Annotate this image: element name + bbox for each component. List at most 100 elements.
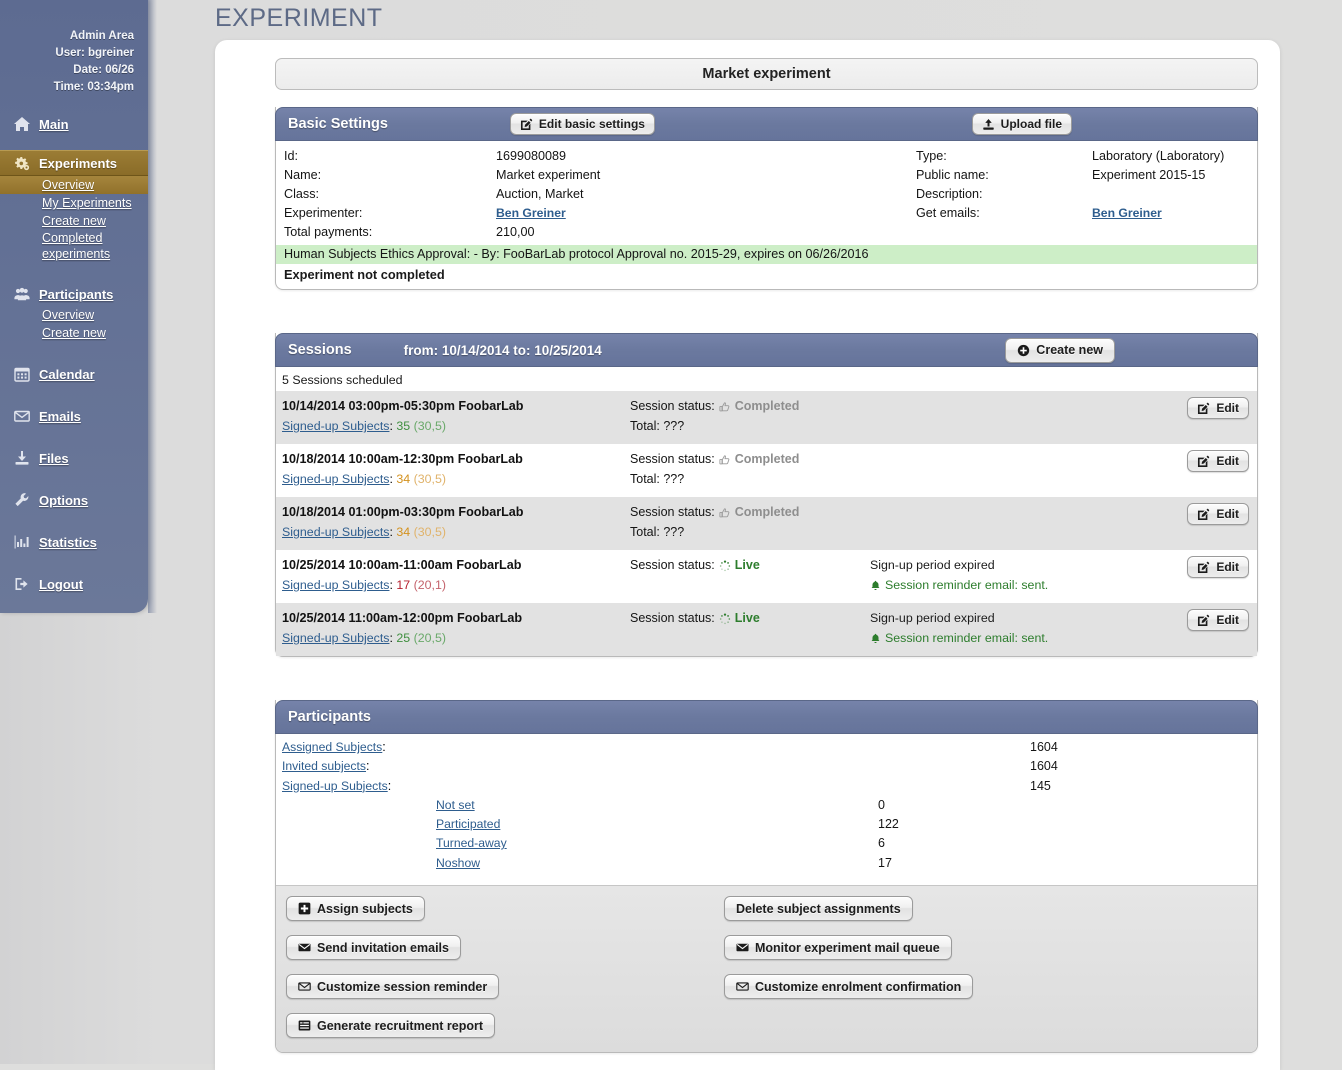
- sidebar-item-calendar[interactable]: Calendar: [0, 362, 148, 386]
- sidebar-item-options[interactable]: Options: [0, 488, 148, 512]
- participants-stat-link[interactable]: Invited subjects: [282, 759, 366, 773]
- participants-stat-value: 145: [1030, 777, 1150, 796]
- sessions-date-range: from: 10/14/2014 to: 10/25/2014: [404, 343, 602, 358]
- sidebar-nav: Main Experiments Overview My Experiments…: [0, 112, 148, 596]
- upload-file-button[interactable]: Upload file: [972, 113, 1072, 135]
- edit-session-button[interactable]: Edit: [1187, 450, 1249, 472]
- edit-basic-settings-button[interactable]: Edit basic settings: [510, 113, 655, 135]
- participants-stat-label-cell: Participated: [282, 815, 878, 834]
- session-reminder-note: Session reminder email: sent.: [870, 575, 1179, 596]
- download-icon: [14, 450, 30, 466]
- customize-session-reminder-button[interactable]: Customize session reminder: [286, 974, 499, 999]
- edit-session-button[interactable]: Edit: [1187, 609, 1249, 631]
- signed-up-subjects-link[interactable]: Signed-up Subjects: [282, 525, 389, 539]
- edit-session-label: Edit: [1216, 401, 1239, 415]
- participants-stat-link[interactable]: Noshow: [436, 856, 480, 870]
- customize-enrolment-confirmation-button[interactable]: Customize enrolment confirmation: [724, 974, 973, 999]
- sidebar-item-logout[interactable]: Logout: [0, 572, 148, 596]
- participants-stat-row: Participated 122: [276, 815, 1257, 834]
- sidebar-subitem-participants-create-new[interactable]: Create new: [0, 324, 148, 342]
- time-label: Time: 03:34pm: [0, 79, 134, 96]
- sidebar-item-participants-label: Participants: [39, 287, 113, 302]
- generate-recruitment-report-button-label: Generate recruitment report: [317, 1019, 483, 1033]
- session-status-cell: Session status: Completed Total: ???: [630, 503, 870, 543]
- get-emails-link[interactable]: Ben Greiner: [1092, 206, 1162, 220]
- edit-session-button[interactable]: Edit: [1187, 556, 1249, 578]
- sidebar-item-statistics[interactable]: Statistics: [0, 530, 148, 554]
- signed-up-subjects-link[interactable]: Signed-up Subjects: [282, 631, 389, 645]
- participants-stat-value: 17: [878, 854, 998, 873]
- sidebar-subitem-my-experiments-link[interactable]: My Experiments: [42, 196, 132, 210]
- sidebar-subitem-experiments-overview[interactable]: Overview: [0, 176, 148, 194]
- field-value-type: Laboratory (Laboratory): [1092, 147, 1253, 166]
- participants-stat-link[interactable]: Signed-up Subjects: [282, 779, 388, 793]
- experimenter-link[interactable]: Ben Greiner: [496, 206, 566, 220]
- session-actions-cell: Edit: [1179, 503, 1249, 525]
- sidebar-item-participants[interactable]: Participants: [0, 282, 148, 306]
- sessions-count-text: 5 Sessions scheduled: [276, 367, 1257, 391]
- sidebar-subitem-experiments-overview-link[interactable]: Overview: [42, 178, 94, 192]
- envelope-filled-icon: [298, 941, 311, 954]
- participants-stat-link[interactable]: Participated: [436, 817, 500, 831]
- sidebar-subitem-participants-overview[interactable]: Overview: [0, 306, 148, 324]
- assign-subjects-button[interactable]: Assign subjects: [286, 896, 425, 921]
- basic-settings-panel: Basic Settings Edit basic settings Uploa…: [275, 107, 1258, 290]
- upload-icon: [982, 118, 995, 131]
- edit-session-button[interactable]: Edit: [1187, 397, 1249, 419]
- participants-stats-list: Assigned Subjects: 1604 Invited subjects…: [276, 738, 1257, 873]
- participants-header: Participants: [275, 700, 1258, 734]
- sidebar-subitem-participants-create-new-link[interactable]: Create new: [42, 326, 106, 340]
- participants-stat-row: Turned-away 6: [276, 834, 1257, 853]
- sidebar-subitem-completed-experiments[interactable]: Completed experiments: [0, 230, 148, 262]
- sidebar-subitem-completed-experiments-link[interactable]: Completed experiments: [42, 230, 120, 262]
- customize-session-reminder-button-label: Customize session reminder: [317, 980, 487, 994]
- participants-stat-link[interactable]: Turned-away: [436, 836, 507, 850]
- session-status-line: Session status: Completed: [630, 503, 870, 522]
- sidebar-subitem-experiments-create-new[interactable]: Create new: [0, 212, 148, 230]
- sidebar-item-main[interactable]: Main: [0, 112, 148, 136]
- signed-up-subjects-link[interactable]: Signed-up Subjects: [282, 578, 389, 592]
- monitor-experiment-mail-queue-button[interactable]: Monitor experiment mail queue: [724, 935, 952, 960]
- plus-circle-icon: [1017, 344, 1030, 357]
- participants-actions-left: Assign subjects Send invitation emails C…: [276, 896, 724, 1038]
- session-status-icon: [719, 560, 731, 572]
- signed-up-count: 25: [396, 631, 410, 645]
- signed-up-subjects-link[interactable]: Signed-up Subjects: [282, 419, 389, 433]
- participants-stat-row: Assigned Subjects: 1604: [276, 738, 1257, 757]
- session-datetime: 10/25/2014 11:00am-12:00pm FoobarLab: [282, 609, 630, 628]
- sidebar-item-emails[interactable]: Emails: [0, 404, 148, 428]
- delete-subject-assignments-button[interactable]: Delete subject assignments: [724, 896, 913, 921]
- signed-up-subjects-link[interactable]: Signed-up Subjects: [282, 472, 389, 486]
- participants-stat-link[interactable]: Assigned Subjects: [282, 740, 382, 754]
- sessions-header: Sessions from: 10/14/2014 to: 10/25/2014…: [275, 333, 1258, 367]
- participants-stat-value: 122: [878, 815, 998, 834]
- sidebar-subitem-participants-overview-link[interactable]: Overview: [42, 308, 94, 322]
- sidebar-item-experiments[interactable]: Experiments: [0, 150, 148, 176]
- bar-chart-icon: [14, 534, 30, 550]
- participants-title: Participants: [288, 709, 371, 725]
- session-signed-up: Signed-up Subjects: 34 (30,5): [282, 522, 630, 543]
- create-new-session-button[interactable]: Create new: [1005, 338, 1115, 363]
- session-datetime: 10/18/2014 01:00pm-03:30pm FoobarLab: [282, 503, 630, 522]
- generate-recruitment-report-button[interactable]: Generate recruitment report: [286, 1013, 495, 1038]
- sidebar-subitem-my-experiments[interactable]: My Experiments: [0, 194, 148, 212]
- session-status-value: Completed: [735, 450, 800, 469]
- send-invitation-emails-button[interactable]: Send invitation emails: [286, 935, 461, 960]
- send-invitation-emails-button-label: Send invitation emails: [317, 941, 449, 955]
- participants-stat-label-cell: Invited subjects:: [282, 757, 434, 776]
- sidebar-item-statistics-label: Statistics: [39, 535, 97, 550]
- upload-file-label: Upload file: [1001, 117, 1062, 131]
- session-extra-cell: Sign-up period expired Session reminder …: [870, 556, 1179, 596]
- page-title: EXPERIMENT: [215, 4, 383, 33]
- sidebar-item-calendar-label: Calendar: [39, 367, 95, 382]
- sidebar-subitem-experiments-create-new-link[interactable]: Create new: [42, 214, 106, 228]
- participants-body: Assigned Subjects: 1604 Invited subjects…: [276, 734, 1257, 1052]
- session-status-cell: Session status: Live: [630, 609, 870, 628]
- participants-stat-link[interactable]: Not set: [436, 798, 475, 812]
- sidebar-item-files[interactable]: Files: [0, 446, 148, 470]
- pencil-square-icon: [1197, 455, 1210, 468]
- basic-settings-fields: Id: 1699080089 Type: Laboratory (Laborat…: [276, 147, 1257, 242]
- edit-session-button[interactable]: Edit: [1187, 503, 1249, 525]
- admin-area-label: Admin Area: [0, 28, 134, 45]
- envelope-icon: [14, 408, 30, 424]
